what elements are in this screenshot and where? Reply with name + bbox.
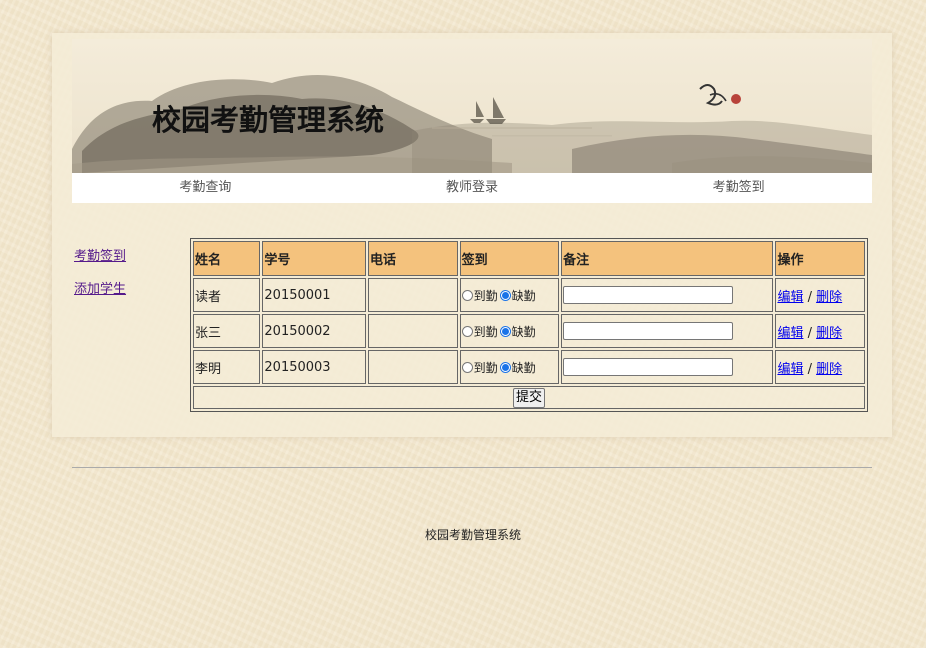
col-header-name: 姓名 <box>193 241 261 276</box>
cell-note <box>561 314 774 348</box>
top-navbar: 考勤查询 教师登录 考勤签到 <box>72 173 872 203</box>
radio-present[interactable] <box>461 361 473 373</box>
radio-present-label: 到勤 <box>473 288 498 303</box>
cell-signin: 到勤 缺勤 <box>459 314 560 348</box>
note-input[interactable] <box>563 358 734 376</box>
cell-note <box>561 350 774 384</box>
action-separator: / <box>803 361 817 377</box>
radio-absent-label: 缺勤 <box>511 288 536 303</box>
cell-phone <box>368 314 458 348</box>
cell-signin: 到勤 缺勤 <box>459 350 560 384</box>
edit-link[interactable]: 编辑 <box>777 290 803 305</box>
site-title: 校园考勤管理系统 <box>152 103 385 137</box>
radio-present[interactable] <box>461 325 473 337</box>
edit-link[interactable]: 编辑 <box>777 326 803 341</box>
sidebar-link-add-student[interactable]: 添加学生 <box>74 278 184 297</box>
cell-actions: 编辑 / 删除 <box>775 314 865 348</box>
delete-link[interactable]: 删除 <box>816 362 842 377</box>
cell-name: 张三 <box>193 314 261 348</box>
cell-name: 读者 <box>193 278 261 312</box>
cell-actions: 编辑 / 删除 <box>775 278 865 312</box>
col-header-signin: 签到 <box>459 241 560 276</box>
cell-student-id: 20150002 <box>262 314 367 348</box>
cell-phone <box>368 278 458 312</box>
sidebar: 考勤签到 添加学生 <box>74 245 184 311</box>
cell-student-id: 20150001 <box>262 278 367 312</box>
submit-row: 提交 <box>193 386 865 409</box>
radio-absent-label: 缺勤 <box>511 360 536 375</box>
radio-absent[interactable] <box>499 289 511 301</box>
radio-absent[interactable] <box>499 325 511 337</box>
action-separator: / <box>803 289 817 305</box>
cell-name: 李明 <box>193 350 261 384</box>
header-banner: 校园考勤管理系统 <box>72 39 872 173</box>
cell-phone <box>368 350 458 384</box>
table-header-row: 姓名 学号 电话 签到 备注 操作 <box>193 241 865 276</box>
col-header-note: 备注 <box>561 241 774 276</box>
note-input[interactable] <box>563 286 734 304</box>
delete-link[interactable]: 删除 <box>816 290 842 305</box>
footer-text: 校园考勤管理系统 <box>424 528 521 542</box>
table-row: 李明 20150003 到勤 缺勤 编辑 / 删除 <box>193 350 865 384</box>
cell-signin: 到勤 缺勤 <box>459 278 560 312</box>
note-input[interactable] <box>563 322 734 340</box>
radio-absent-label: 缺勤 <box>511 324 536 339</box>
main-panel: 校园考勤管理系统 考勤查询 教师登录 考勤签到 考勤签到 添加学生 姓名 学号 … <box>52 33 892 437</box>
col-header-phone: 电话 <box>368 241 458 276</box>
attendance-table: 姓名 学号 电话 签到 备注 操作 读者 20150001 到勤 缺勤 编辑 /… <box>190 238 868 412</box>
cell-actions: 编辑 / 删除 <box>775 350 865 384</box>
cell-student-id: 20150003 <box>262 350 367 384</box>
action-separator: / <box>803 325 817 341</box>
table-row: 读者 20150001 到勤 缺勤 编辑 / 删除 <box>193 278 865 312</box>
radio-absent[interactable] <box>499 361 511 373</box>
radio-present-label: 到勤 <box>473 324 498 339</box>
radio-present-label: 到勤 <box>473 360 498 375</box>
nav-attendance-signin[interactable]: 考勤签到 <box>605 173 872 203</box>
delete-link[interactable]: 删除 <box>816 326 842 341</box>
col-header-actions: 操作 <box>775 241 865 276</box>
nav-teacher-login[interactable]: 教师登录 <box>339 173 606 203</box>
submit-button[interactable]: 提交 <box>512 387 545 408</box>
col-header-student-id: 学号 <box>262 241 367 276</box>
radio-present[interactable] <box>461 289 473 301</box>
cell-note <box>561 278 774 312</box>
nav-attendance-query[interactable]: 考勤查询 <box>72 173 339 203</box>
sidebar-link-attendance-signin[interactable]: 考勤签到 <box>74 245 184 264</box>
table-row: 张三 20150002 到勤 缺勤 编辑 / 删除 <box>193 314 865 348</box>
submit-cell: 提交 <box>193 386 865 409</box>
edit-link[interactable]: 编辑 <box>777 362 803 377</box>
footer-divider <box>72 467 872 468</box>
